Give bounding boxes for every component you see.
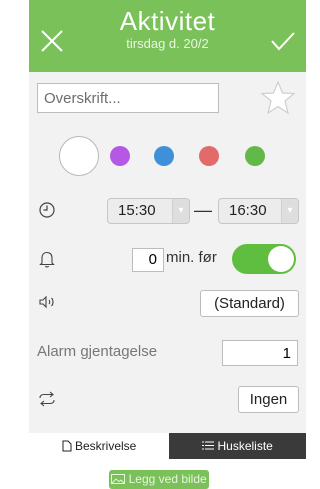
- sound-select-button[interactable]: (Standard): [200, 290, 299, 317]
- title-input[interactable]: [37, 83, 219, 113]
- end-time-value: 16:30: [229, 202, 267, 219]
- color-option-blue[interactable]: [154, 146, 174, 166]
- chevron-down-icon: ▾: [281, 199, 298, 223]
- bell-icon: [39, 251, 55, 268]
- attach-image-button[interactable]: Legg ved bilde: [109, 470, 209, 489]
- header: Aktivitet tirsdag d. 20/2: [29, 0, 306, 72]
- tab-bar: Beskrivelse Huskeliste: [29, 433, 306, 459]
- end-time-select[interactable]: 16:30 ▾: [218, 198, 299, 224]
- start-time-select[interactable]: 15:30 ▾: [107, 198, 190, 224]
- time-separator: —: [194, 200, 212, 220]
- alarm-repeat-label: Alarm gjentagelse: [37, 343, 158, 360]
- sound-value: (Standard): [214, 295, 285, 312]
- repeat-icon: [39, 391, 55, 407]
- star-icon[interactable]: [260, 80, 296, 116]
- color-option-purple[interactable]: [110, 146, 130, 166]
- tab-description[interactable]: Beskrivelse: [29, 433, 169, 459]
- reminder-toggle[interactable]: [232, 244, 296, 274]
- reminder-minutes-input[interactable]: 0: [132, 248, 164, 272]
- tab-description-label: Beskrivelse: [74, 439, 137, 453]
- reminder-minutes-label: min. før: [166, 249, 217, 266]
- repeat-select-button[interactable]: Ingen: [238, 386, 299, 413]
- speaker-icon: [39, 295, 54, 309]
- tab-checklist[interactable]: Huskeliste: [169, 433, 306, 459]
- image-icon: [111, 474, 126, 484]
- document-icon: [62, 440, 72, 452]
- activity-screen: Aktivitet tirsdag d. 20/2 15:30 ▾ — 16:3…: [0, 0, 306, 489]
- color-option-red[interactable]: [199, 146, 219, 166]
- alarm-repeat-input[interactable]: 1: [222, 340, 298, 366]
- attach-image-label: Legg ved bilde: [128, 472, 207, 486]
- tab-checklist-label: Huskeliste: [217, 439, 273, 453]
- chevron-down-icon: ▾: [172, 199, 189, 223]
- check-icon[interactable]: [270, 30, 296, 52]
- clock-icon: [39, 202, 55, 218]
- page-subtitle: tirsdag d. 20/2: [126, 36, 209, 51]
- toggle-knob: [268, 246, 294, 272]
- repeat-value: Ingen: [249, 391, 288, 408]
- page-title: Aktivitet: [119, 6, 216, 36]
- start-time-value: 15:30: [118, 202, 156, 219]
- color-option-green[interactable]: [245, 146, 265, 166]
- list-icon: [202, 441, 215, 450]
- color-option-white[interactable]: [59, 136, 99, 176]
